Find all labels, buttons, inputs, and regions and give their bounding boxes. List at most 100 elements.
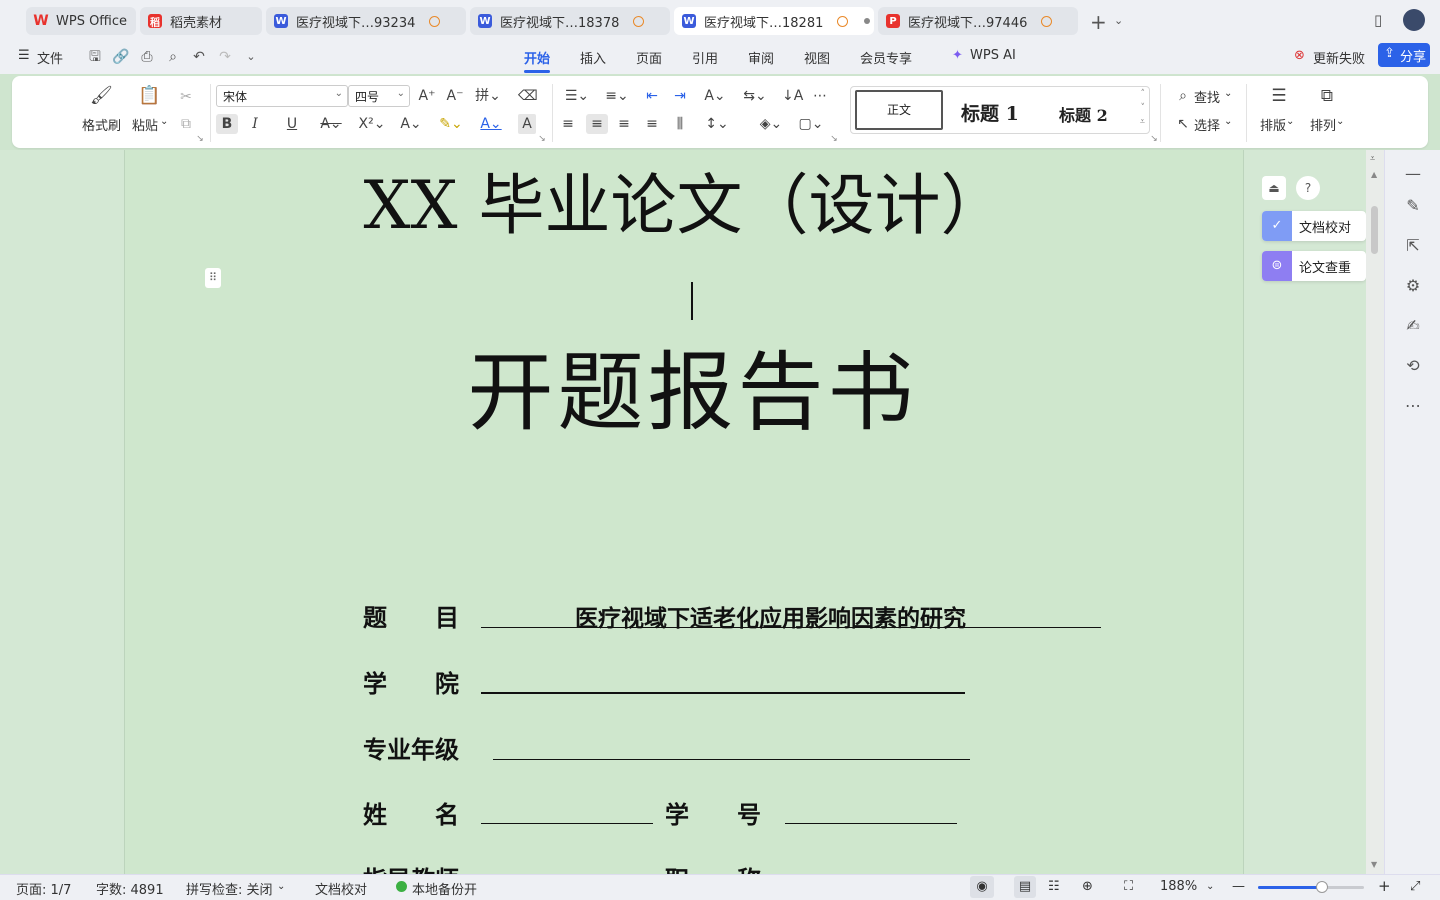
paste-chevron-icon[interactable]: ⌄ (160, 116, 168, 127)
bold-button[interactable]: B (216, 114, 238, 134)
style-heading-2[interactable]: 标题 2 (1059, 102, 1108, 126)
help-icon[interactable]: ? (1296, 176, 1320, 200)
clear-format-icon[interactable]: ⌫ (518, 86, 538, 106)
edit-pen-icon[interactable]: ✎ (1401, 194, 1425, 218)
select-chevron-icon[interactable]: ⌄ (1224, 116, 1232, 127)
styles-more-icon[interactable]: ⩡ (1140, 117, 1145, 127)
clipboard-expand-icon[interactable]: ↘ (196, 134, 204, 144)
font-name-select[interactable]: 宋体 ⌄ (216, 85, 348, 107)
menu-hamburger-icon[interactable]: ☰ (18, 48, 30, 63)
sort-icon[interactable]: ↓A (782, 86, 803, 106)
page-view-icon[interactable]: ▤ (1014, 876, 1036, 898)
spell-chevron-icon[interactable]: ⌄ (277, 881, 285, 892)
tab-doc-93234[interactable]: W 医疗视域下…93234 (266, 7, 466, 35)
adjust-sliders-icon[interactable]: ⚙ (1401, 274, 1425, 298)
zoom-chevron-icon[interactable]: ⌄ (1206, 881, 1214, 892)
proofread-status[interactable]: 文档校对 (315, 879, 367, 898)
show-marks-icon[interactable]: ⋯ (810, 86, 830, 106)
tab-wps-home[interactable]: W WPS Office (26, 7, 136, 35)
save-icon[interactable]: 🖫 (86, 48, 104, 66)
paste-button[interactable]: 粘贴 (132, 115, 158, 134)
italic-button[interactable]: I (246, 114, 264, 134)
split-handle-icon[interactable]: ⩡ (1370, 154, 1375, 164)
print-preview-icon[interactable]: ⌕ (164, 48, 182, 66)
name-underline[interactable] (481, 823, 653, 824)
styles-up-icon[interactable]: ˄ (1141, 89, 1146, 99)
student-id-underline[interactable] (785, 823, 957, 824)
underline-button[interactable]: U (278, 114, 306, 134)
select-pointer-icon[interactable]: ⇱ (1401, 234, 1425, 258)
style-normal[interactable]: 正文 (855, 90, 943, 130)
grow-font-icon[interactable]: A⁺ (418, 86, 436, 106)
tab-member[interactable]: 会员专享 (860, 48, 912, 67)
more-icon[interactable]: ⋯ (1401, 394, 1425, 418)
wps-ai-button[interactable]: WPS AI (970, 48, 1016, 63)
find-icon[interactable]: ⌕ (1174, 86, 1192, 106)
share-button[interactable]: ⇪ 分享 (1378, 43, 1430, 67)
font-size-select[interactable]: 四号 ⌄ (348, 85, 410, 107)
tab-docer[interactable]: 稻 稻壳素材 (140, 7, 262, 35)
char-shading-icon[interactable]: A (518, 114, 536, 134)
redo-icon[interactable]: ↷ (216, 48, 234, 66)
focus-mode-icon[interactable]: ⛶ (1124, 879, 1133, 894)
arrange-button[interactable]: 排列 (1310, 115, 1336, 134)
tab-ppt-97446[interactable]: P 医疗视域下…97446 (878, 7, 1078, 35)
layout-button[interactable]: 排版 (1260, 115, 1286, 134)
find-chevron-icon[interactable]: ⌄ (1224, 88, 1232, 99)
layout-chevron-icon[interactable]: ⌄ (1286, 116, 1294, 127)
arrange-icon[interactable]: ⧉ (1316, 86, 1338, 106)
cut-icon[interactable]: ✂ (176, 87, 196, 107)
zoom-slider-knob[interactable] (1315, 881, 1328, 893)
vertical-scrollbar[interactable]: ⩡ ▲ ▼ (1366, 150, 1384, 874)
fullscreen-icon[interactable]: ⤢ (1410, 879, 1420, 894)
phonetic-guide-icon[interactable]: 拼⌄ (474, 86, 502, 106)
college-underline[interactable] (481, 692, 965, 694)
distributed-icon[interactable]: ⫼ (670, 114, 690, 134)
drag-handle-icon[interactable]: ⠿ (205, 268, 221, 288)
borders-icon[interactable]: ▢⌄ (796, 114, 826, 134)
style-heading-1[interactable]: 标题 1 (961, 99, 1019, 126)
link-icon[interactable]: 🔗 (112, 48, 130, 66)
quick-access-chevron-icon[interactable]: ⌄ (242, 48, 260, 66)
avatar[interactable] (1403, 9, 1425, 31)
tab-review[interactable]: 审阅 (748, 48, 774, 67)
zoom-in-icon[interactable]: + (1378, 877, 1391, 895)
history-icon[interactable]: ⟲ (1401, 354, 1425, 378)
spell-check-toggle[interactable]: 拼写检查: 关闭 (186, 879, 273, 898)
tab-doc-18281[interactable]: W 医疗视域下…18281 (674, 7, 874, 35)
tab-doc-18378[interactable]: W 医疗视域下…18378 (470, 7, 670, 35)
word-count[interactable]: 字数: 4891 (96, 879, 164, 898)
new-tab-plus-icon[interactable]: + (1090, 10, 1107, 34)
scroll-up-icon[interactable]: ▲ (1371, 170, 1377, 179)
zoom-slider[interactable] (1258, 881, 1364, 893)
major-underline[interactable] (493, 759, 970, 760)
increase-indent-icon[interactable]: ⇥ (670, 86, 690, 106)
sidebar-toggle-icon[interactable]: ▯ (1374, 11, 1382, 29)
scroll-thumb[interactable] (1371, 206, 1378, 254)
collapse-panel-icon[interactable]: ⏏ (1262, 176, 1286, 200)
tab-references[interactable]: 引用 (692, 48, 718, 67)
arrange-chevron-icon[interactable]: ⌄ (1336, 116, 1344, 127)
styles-expand-icon[interactable]: ↘ (1150, 134, 1158, 144)
tab-home[interactable]: 开始 (524, 48, 550, 67)
select-cursor-icon[interactable]: ↖ (1174, 114, 1192, 134)
numbered-list-icon[interactable]: ≡⌄ (602, 86, 632, 106)
text-effect-icon[interactable]: A⌄ (396, 114, 426, 134)
web-view-icon[interactable]: ⊕ (1082, 879, 1093, 894)
print-icon[interactable]: ⎙ (138, 48, 156, 66)
zoom-level[interactable]: 188% (1160, 879, 1197, 894)
plagiarism-tool[interactable]: ⊜ 论文查重 (1262, 251, 1366, 281)
page-count[interactable]: 页面: 1/7 (16, 879, 71, 898)
strikethrough-icon[interactable]: A⌄ (316, 114, 346, 134)
justify-icon[interactable]: ≡ (642, 114, 662, 134)
shrink-font-icon[interactable]: A⁻ (446, 86, 464, 106)
text-direction-icon[interactable]: A⌄ (700, 86, 730, 106)
font-color-icon[interactable]: A⌄ (476, 114, 506, 134)
paragraph-expand-icon[interactable]: ↘ (830, 134, 838, 144)
layout-icon[interactable]: ☰ (1268, 86, 1290, 106)
superscript-icon[interactable]: X²⌄ (356, 114, 388, 134)
para-shading-icon[interactable]: ◈⌄ (756, 114, 786, 134)
eye-protect-icon[interactable]: ◉ (970, 876, 994, 898)
format-painter-button[interactable]: 格式刷 (82, 115, 121, 134)
decrease-indent-icon[interactable]: ⇤ (642, 86, 662, 106)
